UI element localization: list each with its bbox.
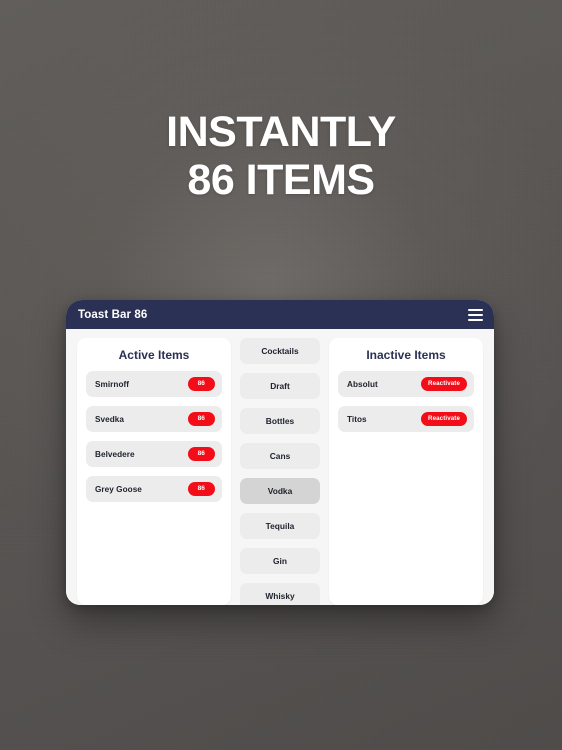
- category-nav-column: Cocktails Draft Bottles Cans Vodka Tequila Gin…: [240, 338, 320, 605]
- eighty-six-button[interactable]: 86: [187, 411, 215, 427]
- category-button-bottles[interactable]: Bottles: [240, 408, 320, 434]
- hamburger-line: [468, 308, 483, 311]
- category-button-whisky[interactable]: Whisky: [240, 583, 320, 605]
- item-name: Absolut: [347, 379, 378, 389]
- reactivate-button[interactable]: Reactivate: [421, 411, 467, 427]
- app-header-bar: Toast Bar 86: [66, 300, 494, 329]
- item-row[interactable]: Belvedere 86: [86, 441, 222, 467]
- item-row[interactable]: Grey Goose 86: [86, 476, 222, 502]
- app-screen-body: Active Items Smirnoff 86 Svedka 86 Belvedere…: [66, 329, 494, 605]
- eighty-six-button[interactable]: 86: [187, 446, 215, 462]
- category-button-cocktails[interactable]: Cocktails: [240, 338, 320, 364]
- eighty-six-button[interactable]: 86: [187, 376, 215, 392]
- active-items-panel: Active Items Smirnoff 86 Svedka 86 Belvedere…: [77, 338, 231, 605]
- promo-headline: INSTANTLY 86 ITEMS: [0, 108, 562, 204]
- eighty-six-button[interactable]: 86: [187, 481, 215, 497]
- item-name: Titos: [347, 414, 367, 424]
- item-row[interactable]: Titos Reactivate: [338, 406, 474, 432]
- app-title: Toast Bar 86: [78, 308, 148, 321]
- item-row[interactable]: Svedka 86: [86, 406, 222, 432]
- category-button-vodka[interactable]: Vodka: [240, 478, 320, 504]
- inactive-items-title: Inactive Items: [366, 348, 446, 362]
- active-items-list: Smirnoff 86 Svedka 86 Belvedere 86 Grey Goose 8…: [86, 371, 222, 502]
- inactive-items-list: Absolut Reactivate Titos Reactivate: [338, 371, 474, 432]
- item-row[interactable]: Smirnoff 86: [86, 371, 222, 397]
- headline-line-1: INSTANTLY: [166, 108, 396, 156]
- hamburger-menu-icon[interactable]: [468, 308, 483, 321]
- reactivate-button[interactable]: Reactivate: [421, 376, 467, 392]
- item-name: Svedka: [95, 414, 124, 424]
- active-items-title: Active Items: [118, 348, 190, 362]
- category-button-draft[interactable]: Draft: [240, 373, 320, 399]
- category-button-gin[interactable]: Gin: [240, 548, 320, 574]
- hamburger-line: [468, 318, 483, 321]
- item-name: Grey Goose: [95, 484, 142, 494]
- category-button-tequila[interactable]: Tequila: [240, 513, 320, 539]
- headline-line-2: 86 ITEMS: [187, 156, 375, 204]
- item-row[interactable]: Absolut Reactivate: [338, 371, 474, 397]
- hamburger-line: [468, 313, 483, 316]
- tablet-device-mockup: Toast Bar 86 Active Items Smirnoff 86 Sved…: [66, 300, 494, 605]
- item-name: Belvedere: [95, 449, 135, 459]
- inactive-items-panel: Inactive Items Absolut Reactivate Titos Rea…: [329, 338, 483, 605]
- promo-stage: INSTANTLY 86 ITEMS Toast Bar 86 Active I…: [0, 0, 562, 750]
- item-name: Smirnoff: [95, 379, 130, 389]
- category-button-cans[interactable]: Cans: [240, 443, 320, 469]
